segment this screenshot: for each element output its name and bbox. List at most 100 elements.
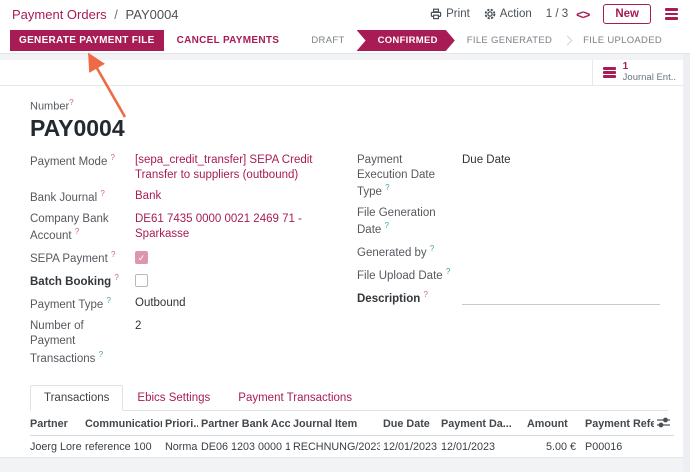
cell-amount[interactable]: 5.00 € — [524, 435, 582, 457]
top-navbar: Payment Orders / PAY0004 Print Action 1 … — [0, 0, 690, 28]
help-icon: ? — [111, 250, 115, 259]
column-header-journal-item[interactable]: Journal Item — [290, 412, 380, 436]
status-stage-file-generated[interactable]: FILE GENERATED — [455, 30, 564, 51]
field-value: Due Date — [462, 153, 668, 200]
breadcrumb-payment-orders-link[interactable]: Payment Orders — [12, 7, 107, 22]
top-controls: Print Action 1 / 3 < > New — [430, 4, 678, 24]
field-value — [462, 267, 668, 284]
field-bank-journal: Bank Journal ?Bank — [30, 189, 341, 206]
column-header-payment-da[interactable]: Payment Da... — [438, 412, 524, 436]
new-button[interactable]: New — [603, 4, 651, 24]
field-label: Bank Journal ? — [30, 189, 135, 206]
journal-entries-icon — [603, 65, 616, 79]
checkbox[interactable] — [135, 274, 148, 287]
help-icon: ? — [69, 98, 73, 107]
cell-payment-da[interactable]: 12/01/2023 — [438, 435, 524, 457]
cell-priori[interactable]: Normal — [162, 435, 198, 457]
breadcrumb-current-record: PAY0004 — [126, 7, 179, 22]
field-sepa-payment: SEPA Payment ?✓ — [30, 250, 341, 267]
field-payment-type: Payment Type ?Outbound — [30, 296, 341, 313]
print-label: Print — [446, 8, 470, 20]
help-icon: ? — [446, 267, 450, 276]
status-stage-file-uploaded[interactable]: FILE UPLOADED — [571, 30, 674, 51]
column-header-payment-referen[interactable]: Payment Referen... — [582, 412, 654, 436]
tab-payment-transactions[interactable]: Payment Transactions — [224, 385, 366, 410]
statusbar: DRAFTCONFIRMEDFILE GENERATED FILE UPLOADE… — [299, 30, 674, 51]
field-batch-booking: Batch Booking ? — [30, 273, 341, 290]
status-stage-confirmed[interactable]: CONFIRMED — [357, 30, 455, 51]
cell-due-date[interactable]: 12/01/2023 — [380, 435, 438, 457]
field-label: Number of Payment Transactions ? — [30, 319, 135, 366]
content-bottom-margin — [0, 457, 690, 472]
field-value-link[interactable]: DE61 7435 0000 0021 2469 71 - Sparkasse — [135, 212, 341, 244]
column-header-communication[interactable]: Communication — [82, 412, 162, 436]
column-header-partner[interactable]: Partner — [30, 412, 82, 436]
table-header-row: PartnerCommunicationPriori...Partner Ban… — [30, 412, 674, 436]
action-button[interactable]: Action — [484, 8, 532, 20]
cell-payment-referen[interactable]: P00016 — [582, 435, 654, 457]
gear-icon — [484, 8, 496, 20]
field-payment-execution-date-type: Payment Execution Date Type ?Due Date — [357, 153, 668, 200]
transactions-table: PartnerCommunicationPriori...Partner Ban… — [30, 412, 674, 457]
cell-communication[interactable]: reference 100 — [82, 435, 162, 457]
action-statusbar: GENERATE PAYMENT FILECANCEL PAYMENTS DRA… — [0, 28, 690, 54]
printer-icon — [430, 8, 442, 20]
journal-entries-label: Journal Ent.. — [623, 73, 676, 84]
description-input[interactable] — [462, 290, 660, 305]
transaction-row[interactable]: Joerg Lorenzreference 100NormalDE06 1203… — [30, 435, 674, 457]
help-icon: ? — [423, 290, 427, 299]
field-value-link[interactable]: [sepa_credit_transfer] SEPA Credit Trans… — [135, 153, 341, 183]
field-value — [462, 290, 668, 307]
field-value: Outbound — [135, 296, 341, 313]
help-icon: ? — [99, 350, 103, 359]
field-label: Company Bank Account ? — [30, 212, 135, 244]
status-stage-draft[interactable]: DRAFT — [299, 30, 356, 51]
cancel-payments-button[interactable]: CANCEL PAYMENTS — [168, 30, 289, 51]
field-value: ✓ — [135, 250, 341, 267]
cell-partner-bank-account[interactable]: DE06 1203 0000 1057 25 — [198, 435, 290, 457]
cell-journal-item[interactable]: RECHNUNG/2023/0006 ( — [290, 435, 380, 457]
checkbox: ✓ — [135, 251, 148, 264]
field-label: Payment Mode ? — [30, 153, 135, 183]
action-label: Action — [500, 8, 532, 20]
field-generated-by: Generated by ? — [357, 244, 668, 261]
field-file-upload-date: File Upload Date ? — [357, 267, 668, 284]
page-title: PAY0004 — [30, 115, 668, 142]
notebook-tabs: TransactionsEbics SettingsPayment Transa… — [30, 385, 668, 411]
form-right-column: Payment Execution Date Type ?Due Date Fil… — [357, 153, 668, 373]
field-value-link[interactable]: Bank — [135, 189, 341, 206]
tab-ebics-settings[interactable]: Ebics Settings — [123, 385, 224, 410]
column-header-partner-bank-account[interactable]: Partner Bank Account — [198, 412, 290, 436]
help-icon: ? — [111, 153, 115, 162]
print-button[interactable]: Print — [430, 8, 470, 20]
button-box: 1 Journal Ent.. — [0, 60, 690, 86]
pager-previous-button[interactable]: < — [576, 8, 583, 21]
vertical-scrollbar[interactable] — [683, 54, 690, 472]
number-field-label: Number? — [30, 98, 668, 113]
journal-entries-stat-button[interactable]: 1 Journal Ent.. — [592, 60, 690, 85]
payment-order-form-view: Payment Orders / PAY0004 Print Action 1 … — [0, 0, 690, 472]
pager-arrows: < > — [576, 8, 589, 21]
column-header-due-date[interactable]: Due Date — [380, 412, 438, 436]
form-sheet: 1 Journal Ent.. Number? PAY0004 Payment … — [0, 60, 690, 457]
field-value — [462, 206, 668, 238]
form-left-column: Payment Mode ?[sepa_credit_transfer] SEP… — [30, 153, 341, 373]
tab-transactions[interactable]: Transactions — [30, 385, 123, 411]
action-buttons: GENERATE PAYMENT FILECANCEL PAYMENTS — [10, 30, 288, 51]
field-value — [462, 244, 668, 261]
column-header-priori[interactable]: Priori... — [162, 412, 198, 436]
pager-count: 1 / 3 — [546, 8, 568, 20]
generate-payment-file-button[interactable]: GENERATE PAYMENT FILE — [10, 30, 164, 51]
column-header-amount[interactable]: Amount — [524, 412, 582, 436]
field-file-generation-date: File Generation Date ? — [357, 206, 668, 238]
pager-next-button[interactable]: > — [583, 8, 590, 21]
field-value — [135, 273, 341, 290]
field-company-bank-account: Company Bank Account ?DE61 7435 0000 002… — [30, 212, 341, 244]
optional-columns-icon[interactable] — [654, 412, 674, 436]
field-label: Payment Type ? — [30, 296, 135, 313]
cell-partner[interactable]: Joerg Lorenz — [30, 435, 82, 457]
field-label: Batch Booking ? — [30, 273, 135, 290]
help-icon: ? — [107, 296, 111, 305]
menu-toggle-icon[interactable] — [665, 6, 678, 22]
help-icon: ? — [385, 221, 389, 230]
